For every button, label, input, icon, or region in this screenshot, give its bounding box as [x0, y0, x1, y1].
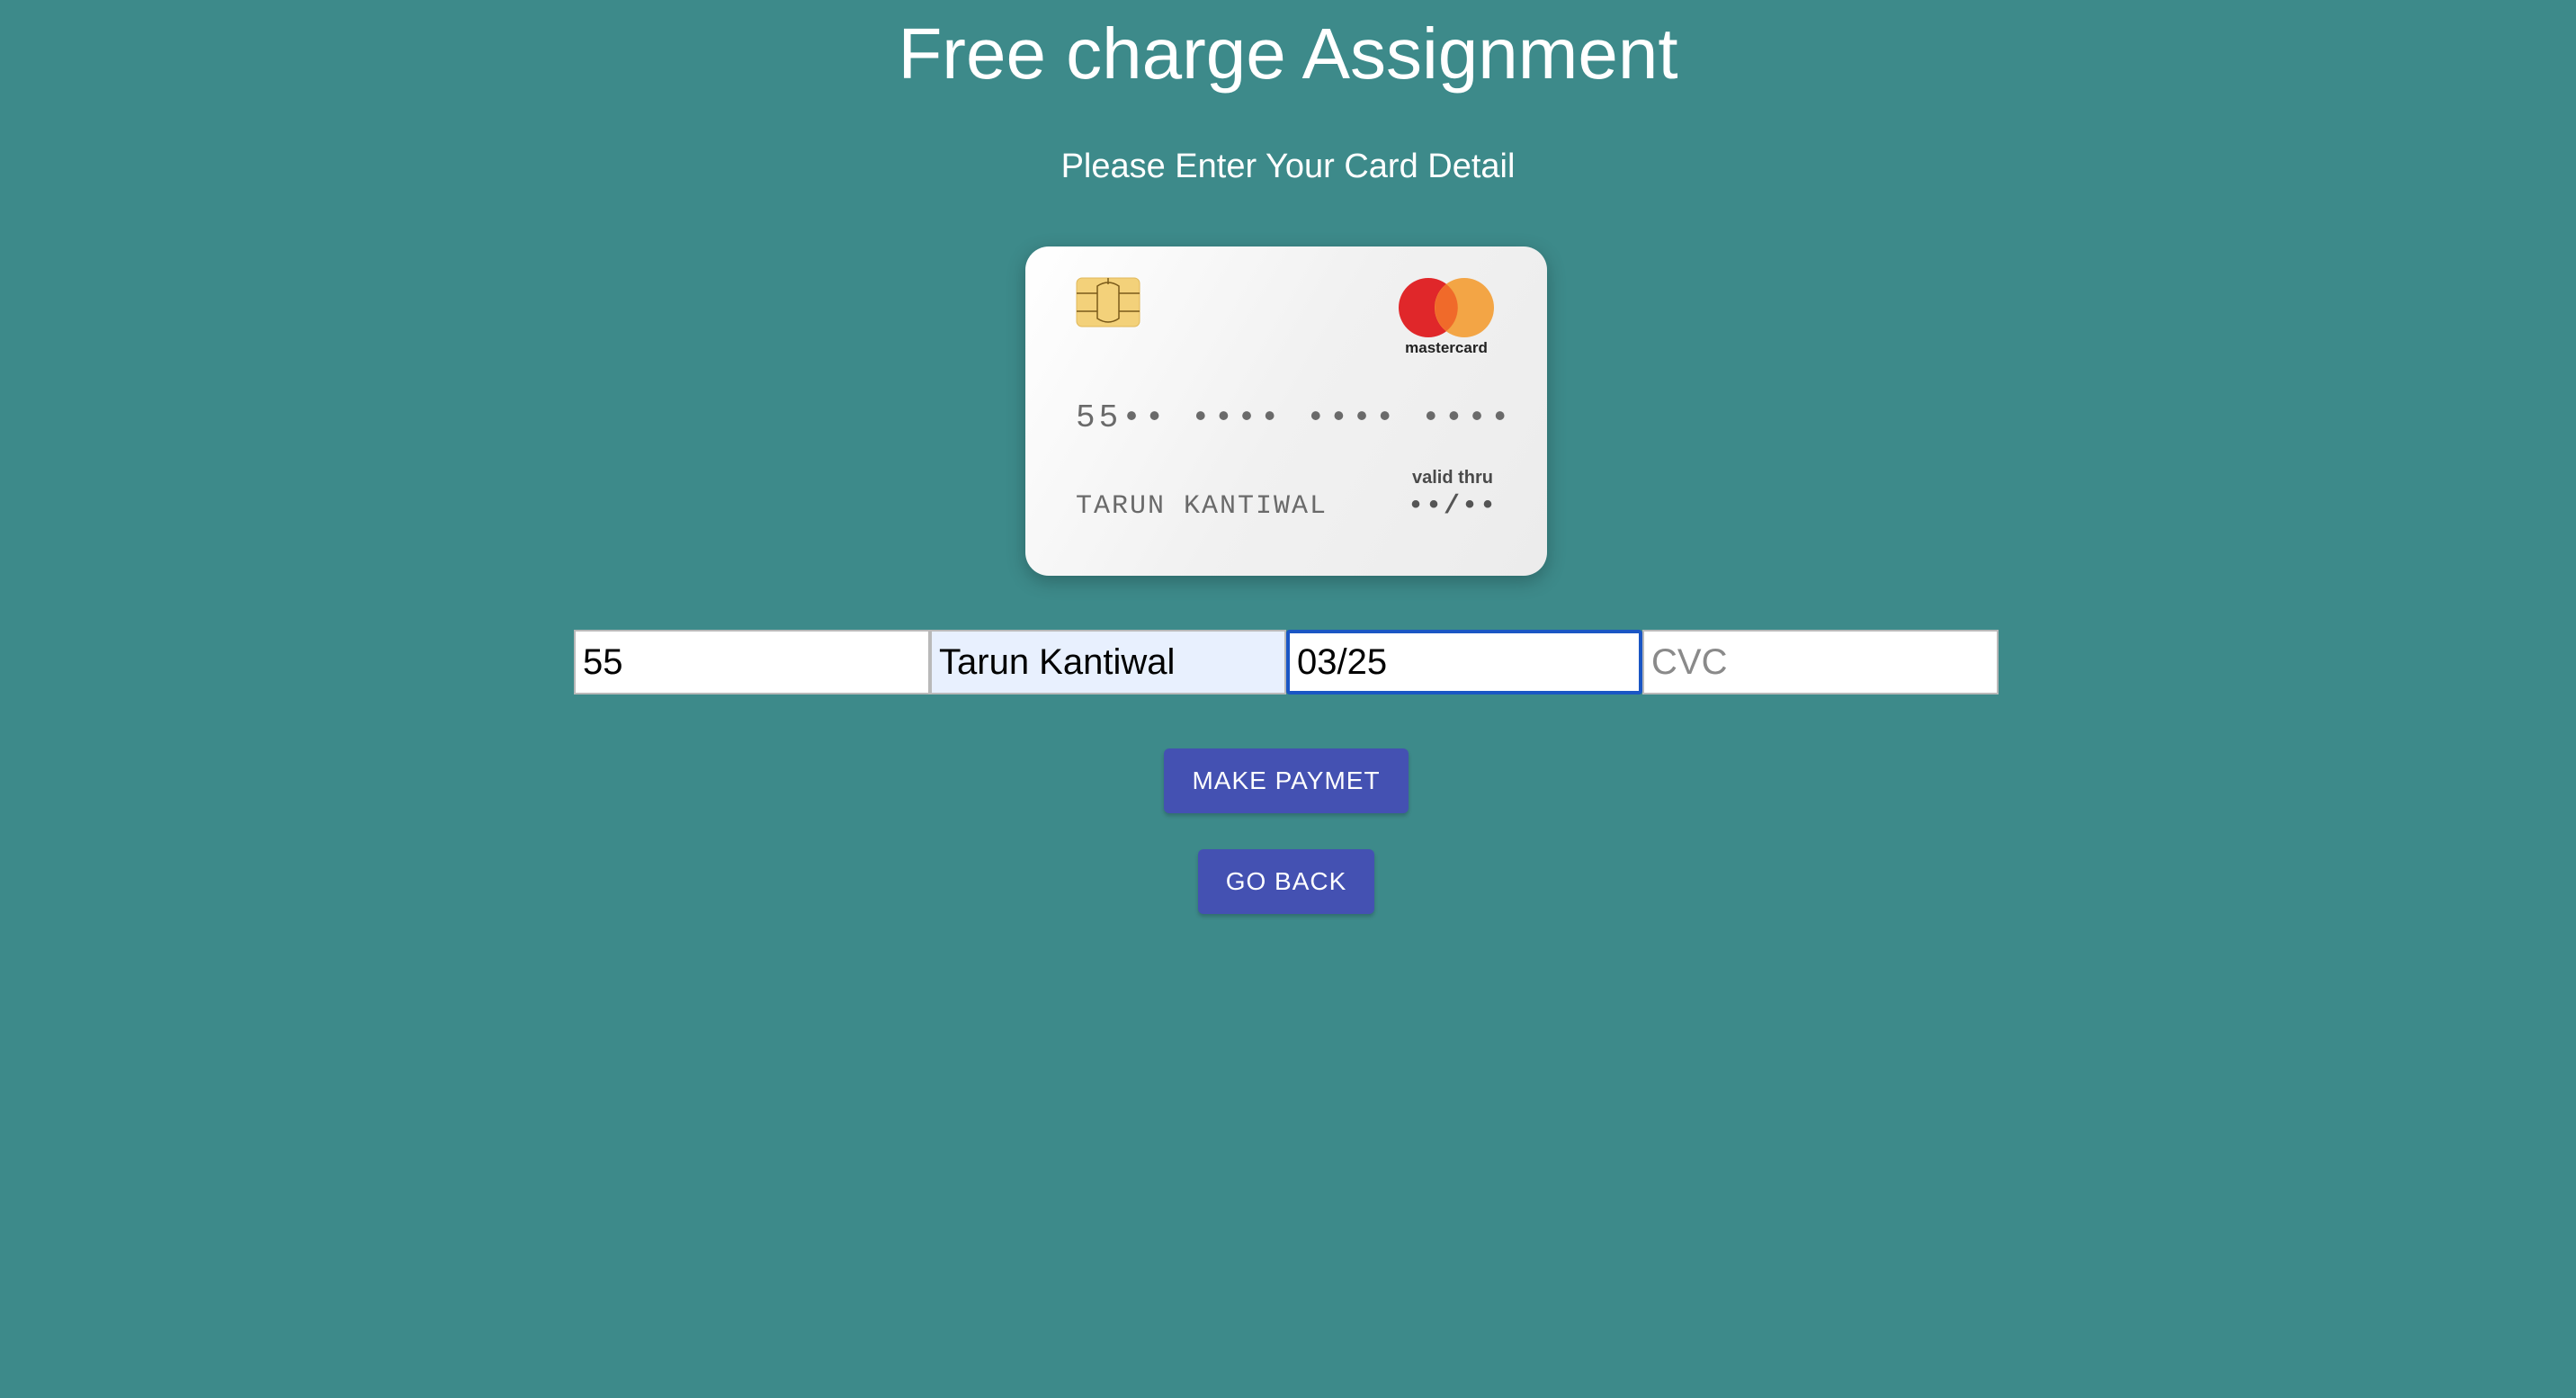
page-subtitle: Please Enter Your Card Detail: [1060, 148, 1516, 185]
cvc-input[interactable]: [1642, 630, 1999, 695]
name-input[interactable]: [930, 630, 1286, 695]
card-preview-holder-name: TARUN KANTIWAL: [1076, 491, 1328, 522]
chip-icon: [1076, 277, 1140, 327]
mastercard-logo-icon: mastercard: [1399, 278, 1494, 356]
card-number-input[interactable]: [574, 630, 930, 695]
make-payment-button[interactable]: MAKE PAYMET: [1164, 748, 1409, 813]
go-back-button[interactable]: GO BACK: [1198, 849, 1374, 914]
card-form: [574, 630, 1999, 695]
valid-thru-label: valid thru: [1411, 468, 1493, 488]
card-preview-number: 55•• •••• •••• ••••: [1076, 399, 1514, 436]
expiry-input[interactable]: [1286, 630, 1642, 695]
card-preview: mastercard 55•• •••• •••• •••• TARUN KAN…: [1025, 246, 1547, 576]
page: Free charge Assignment Please Enter Your…: [0, 0, 2576, 1398]
card-preview-expiry: ••/••: [1407, 491, 1498, 522]
card-brand-label: mastercard: [1405, 339, 1488, 356]
page-title: Free charge Assignment: [898, 13, 1678, 94]
